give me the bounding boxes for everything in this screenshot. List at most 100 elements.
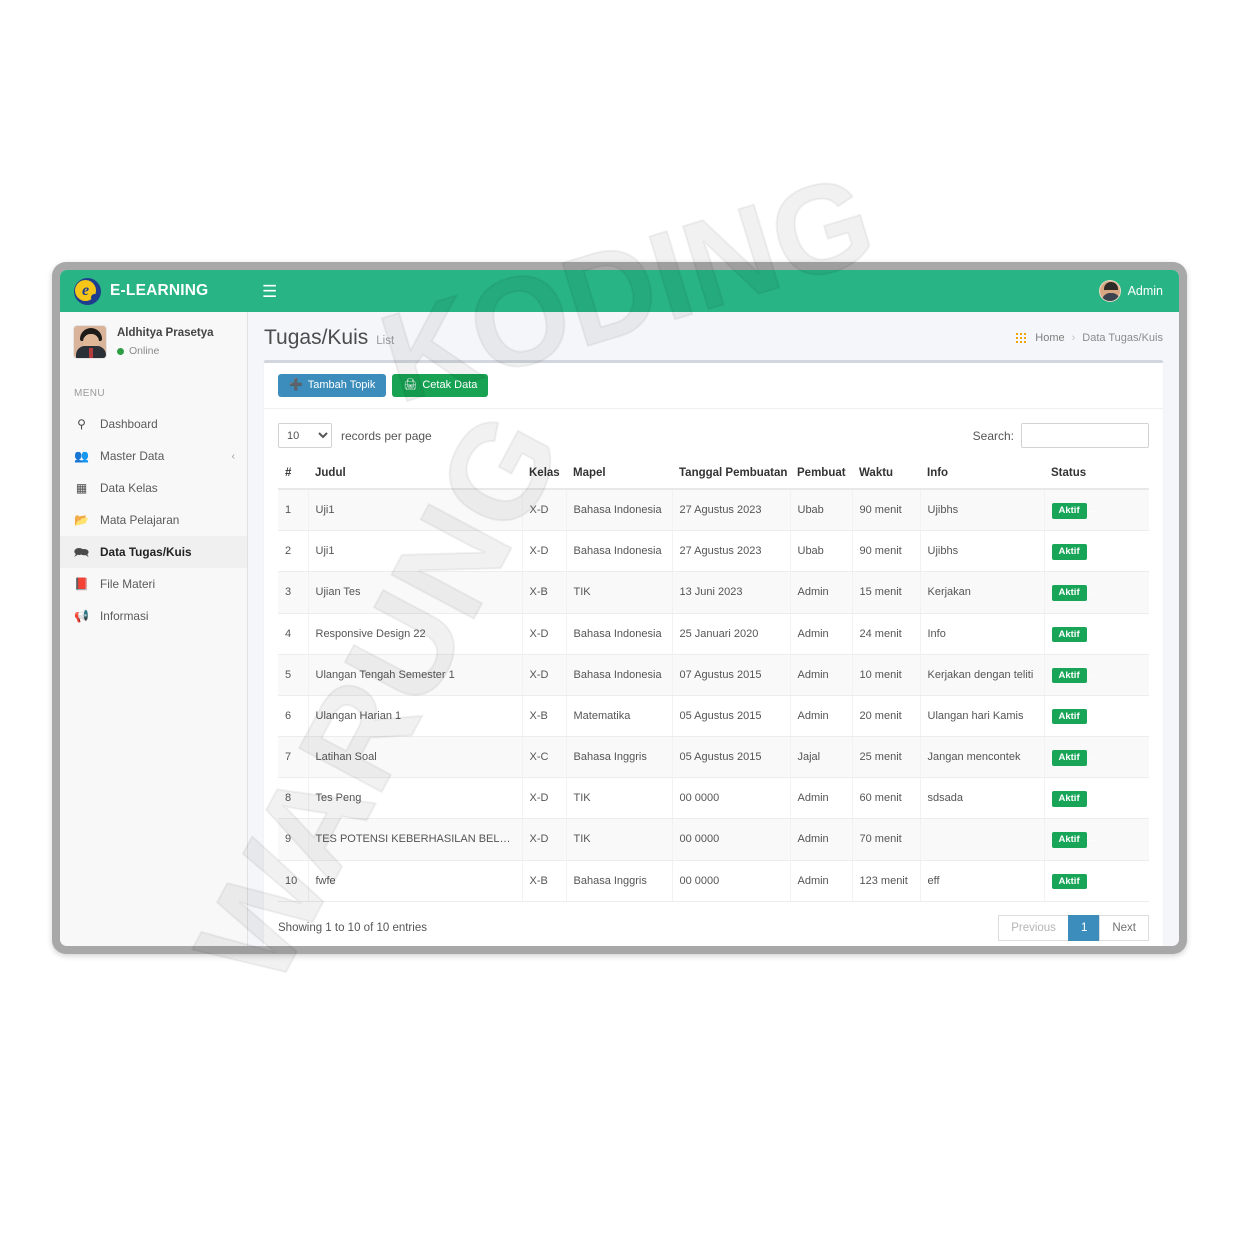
pagination-previous[interactable]: Previous (998, 914, 1069, 941)
cell-waktu: 24 menit (852, 613, 921, 655)
cell-info: Ulangan hari Kamis (920, 695, 1045, 738)
cell-kelas: X-D (522, 489, 567, 532)
grid-icon: ▦ (75, 481, 88, 495)
search-input[interactable] (1021, 423, 1149, 448)
page-subtitle: List (376, 335, 395, 347)
breadcrumb-separator: › (1071, 332, 1076, 344)
action-dropdown-button[interactable]: Action▼ (1114, 704, 1149, 728)
cell-kelas: X-D (522, 818, 567, 861)
cell-tanggal: 27 Agustus 2023 (672, 530, 791, 573)
action-dropdown-button[interactable]: Action▼ (1114, 828, 1149, 851)
column-header-waktu[interactable]: Waktu (852, 460, 920, 490)
cell-mapel: TIK (566, 777, 673, 820)
sidebar-user-meta: Aldhitya Prasetya Online (117, 325, 214, 359)
sidebar-item-label: File Materi (100, 577, 156, 591)
breadcrumb-home[interactable]: Home (1035, 332, 1064, 344)
print-data-button[interactable]: 🖨 Cetak Data (392, 374, 489, 397)
cell-tanggal: 05 Agustus 2015 (672, 736, 791, 779)
sidebar-item-file-materi[interactable]: 📕 File Materi (60, 568, 247, 600)
action-label: Action (1122, 792, 1149, 805)
cell-judul: Ulangan Harian 1 (308, 695, 523, 738)
cell-tanggal: 05 Agustus 2015 (672, 695, 791, 738)
cell-kelas: X-B (522, 860, 567, 902)
action-dropdown-button[interactable]: Action▼ (1114, 499, 1149, 522)
cell-kelas: X-D (522, 530, 567, 573)
column-header-tanggal[interactable]: Tanggal Pembuatan (672, 460, 790, 490)
dashboard-icon: ⚲ (77, 417, 86, 431)
action-label: Action (1122, 627, 1149, 640)
sidebar-item-data-tugas-kuis[interactable]: 🗪 Data Tugas/Kuis (60, 536, 247, 568)
sidebar-item-data-kelas[interactable]: ▦ Data Kelas (60, 472, 247, 504)
cell-no: 1 (278, 489, 309, 532)
column-header-status[interactable]: Status (1044, 460, 1149, 490)
action-dropdown-button[interactable]: Action▼ (1114, 663, 1149, 686)
cell-kelas: X-D (522, 777, 567, 820)
cell-info: Kerjakan (920, 571, 1045, 614)
cell-tanggal: 13 Juni 2023 (672, 571, 791, 614)
sidebar-item-master-data[interactable]: 👥 Master Data ‹ (60, 440, 247, 472)
sidebar-item-informasi[interactable]: 📢 Informasi (60, 600, 247, 632)
action-dropdown-button[interactable]: Action▼ (1114, 622, 1149, 645)
print-data-label: Cetak Data (422, 379, 478, 391)
cell-info: sdsada (920, 777, 1045, 820)
cell-kelas: X-B (522, 695, 567, 738)
column-header-no[interactable]: # (278, 460, 308, 490)
sidebar-user-status-label: Online (129, 344, 160, 357)
cell-pembuat: Admin (790, 818, 853, 861)
action-label: Action (1122, 833, 1149, 846)
action-dropdown-button[interactable]: Action▼ (1114, 746, 1149, 769)
status-badge: Aktif (1051, 503, 1087, 519)
status-badge: Aktif (1051, 791, 1087, 807)
cell-info: eff (920, 860, 1045, 902)
cell-waktu: 25 menit (852, 736, 921, 779)
action-dropdown-button[interactable]: Action▼ (1114, 540, 1149, 563)
pagination-next[interactable]: Next (1099, 914, 1149, 941)
action-dropdown-button[interactable]: Action▼ (1114, 787, 1149, 810)
card-toolbar: ➕ Tambah Topik 🖨 Cetak Data (264, 363, 1163, 409)
search-label: Search: (972, 428, 1014, 443)
brand-block[interactable]: e E-LEARNING (60, 270, 248, 312)
content-area: Tugas/Kuis List Home › Data Tugas/Kuis ➕… (248, 312, 1179, 946)
sidebar-item-label: Data Tugas/Kuis (100, 545, 192, 559)
column-header-pembuat[interactable]: Pembuat (790, 460, 852, 490)
sidebar: Aldhitya Prasetya Online MENU ⚲ Dashboar… (60, 312, 248, 946)
table-row: 4 Responsive Design 22 X-D Bahasa Indonesia… (278, 613, 1149, 655)
action-dropdown-button[interactable]: Action▼ (1114, 581, 1149, 604)
status-badge: Aktif (1051, 750, 1087, 766)
column-header-mapel[interactable]: Mapel (566, 460, 672, 490)
cell-judul: Ujian Tes (308, 571, 523, 614)
cell-status: Aktif Action▼ (1044, 777, 1149, 820)
sidebar-item-mata-pelajaran[interactable]: 📂 Mata Pelajaran (60, 504, 247, 536)
status-badge: Aktif (1051, 708, 1087, 725)
records-per-page-label: records per page (341, 428, 432, 443)
pagination-page-1[interactable]: 1 (1067, 914, 1101, 941)
cell-pembuat: Admin (790, 613, 853, 655)
cell-judul: Uji1 (308, 489, 523, 532)
cell-info: Ujibhs (920, 530, 1045, 573)
cell-pembuat: Ubab (790, 530, 853, 573)
application-viewport: e E-LEARNING ☰ Admin Aldhitya Prasetya O… (60, 270, 1179, 946)
hamburger-icon[interactable]: ☰ (262, 283, 277, 300)
cell-no: 5 (278, 654, 309, 696)
records-per-page-select[interactable]: 10 25 50 100 (278, 423, 332, 448)
cell-info: Kerjakan dengan teliti (920, 654, 1045, 696)
cell-judul: Uji1 (308, 530, 523, 573)
sidebar-item-dashboard[interactable]: ⚲ Dashboard (60, 408, 247, 440)
sidebar-user-status: Online (117, 344, 214, 359)
folder-open-icon: 📂 (74, 513, 89, 527)
action-dropdown-button[interactable]: Action▼ (1114, 869, 1149, 892)
column-header-info[interactable]: Info (920, 460, 1044, 490)
column-header-kelas[interactable]: Kelas (522, 460, 566, 490)
column-header-judul[interactable]: Judul (308, 460, 522, 490)
pagination: Previous 1 Next (998, 914, 1149, 941)
cell-no: 6 (278, 695, 309, 738)
cell-status: Aktif Action▼ (1044, 613, 1149, 655)
sidebar-user-panel[interactable]: Aldhitya Prasetya Online (60, 312, 247, 372)
grid-icon (1015, 332, 1027, 344)
sidebar-section-label: MENU (74, 388, 106, 399)
navbar-user-menu[interactable]: Admin (1098, 280, 1179, 302)
cell-no: 4 (278, 613, 309, 655)
table-row: 9 TES POTENSI KEBERHASILAN BELAJAR X-D TIK 0… (278, 818, 1149, 861)
comments-icon: 🗪 (74, 545, 89, 559)
add-topik-button[interactable]: ➕ Tambah Topik (278, 374, 387, 397)
